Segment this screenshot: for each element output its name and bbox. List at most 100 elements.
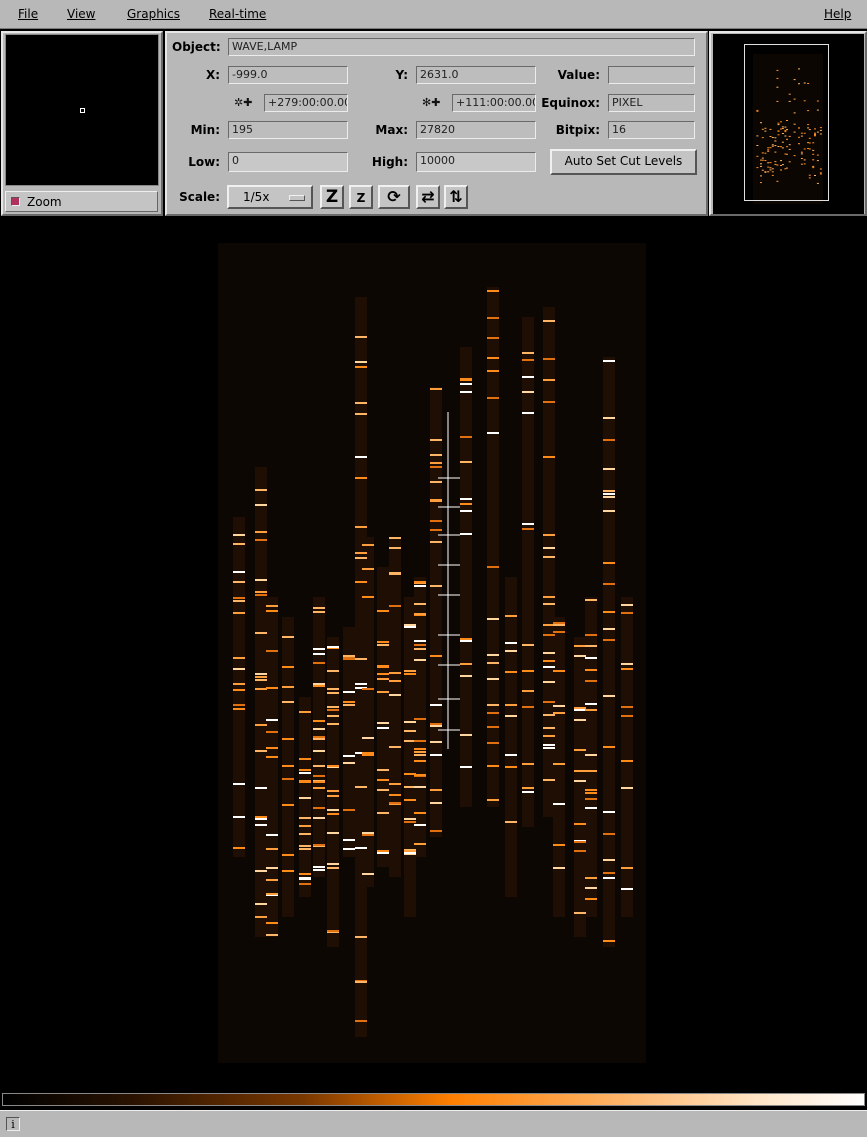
emission-line (487, 566, 499, 568)
emission-line (355, 366, 367, 368)
emission-line (299, 781, 311, 783)
emission-line (255, 591, 267, 593)
emission-line (430, 802, 442, 804)
emission-line (414, 740, 426, 742)
flip-y-button[interactable]: ⇅ (444, 185, 468, 209)
pan-viewport-box[interactable] (744, 44, 829, 201)
emission-line (621, 612, 633, 614)
emission-line (389, 746, 401, 748)
emission-line (327, 867, 339, 869)
emission-line (299, 769, 311, 771)
zoom-in-button[interactable]: Z (320, 185, 344, 209)
flip-x-button[interactable]: ⇄ (416, 185, 440, 209)
emission-line (282, 738, 294, 740)
emission-line (430, 741, 442, 743)
emission-line (414, 748, 426, 750)
high-input[interactable]: 10000 (416, 152, 536, 172)
emission-line (621, 668, 633, 670)
emission-line (255, 787, 267, 789)
menu-file[interactable]: File (18, 7, 38, 21)
emission-line (377, 779, 389, 781)
scale-select[interactable]: 1/5x (227, 185, 313, 209)
emission-line (553, 624, 565, 626)
emission-line (255, 531, 267, 533)
rotate-button[interactable]: ⟳ (378, 185, 410, 209)
low-input[interactable]: 0 (228, 152, 348, 172)
auto-set-cut-levels-button[interactable]: Auto Set Cut Levels (550, 149, 697, 175)
emission-line (355, 336, 367, 338)
emission-line (282, 804, 294, 806)
dec-icon: ✻✚ (422, 96, 441, 109)
spectral-strip (414, 577, 426, 857)
emission-line (574, 780, 586, 782)
image-canvas[interactable] (0, 217, 867, 1090)
emission-line (543, 456, 555, 458)
zoom-toggle-label: Zoom (27, 195, 62, 209)
emission-line (343, 755, 355, 757)
emission-line (266, 687, 278, 689)
emission-line (343, 657, 355, 659)
emission-line (603, 940, 615, 942)
emission-line (266, 848, 278, 850)
emission-line (377, 665, 389, 667)
emission-line (430, 789, 442, 791)
emission-line (233, 581, 245, 583)
emission-line (327, 809, 339, 811)
emission-line (543, 660, 555, 662)
zoom-out-button[interactable]: Z (349, 185, 373, 209)
emission-line (603, 360, 615, 362)
emission-line (389, 605, 401, 607)
zoom-out-icon: Z (356, 191, 366, 205)
emission-line (487, 654, 499, 656)
emission-line (327, 790, 339, 792)
zoom-checkbox-icon[interactable] (11, 197, 20, 206)
emission-line (313, 869, 325, 871)
emission-line (414, 754, 426, 756)
menu-graphics[interactable]: Graphics (127, 7, 180, 21)
zoom-toggle[interactable]: Zoom (5, 191, 158, 212)
emission-line (543, 652, 555, 654)
spectral-strip (505, 577, 517, 897)
zoom-view[interactable] (5, 34, 159, 186)
value-label: Value: (557, 68, 600, 82)
emission-line (430, 439, 442, 441)
emission-line (574, 655, 586, 657)
emission-line (389, 794, 401, 796)
emission-line (313, 775, 325, 777)
emission-line (362, 544, 374, 546)
emission-line (255, 504, 267, 506)
menu-bar: File View Graphics Real-time Help (0, 0, 867, 29)
emission-line (505, 704, 517, 706)
emission-line (327, 688, 339, 690)
flip-y-icon: ⇅ (449, 187, 463, 206)
emission-line (266, 719, 278, 721)
info-icon[interactable]: i (6, 1117, 20, 1131)
emission-line (522, 352, 534, 354)
emission-line (362, 596, 374, 598)
emission-line (430, 529, 442, 531)
pan-view[interactable] (713, 34, 864, 214)
emission-line (603, 417, 615, 419)
emission-line (362, 832, 374, 834)
emission-line (574, 719, 586, 721)
emission-line (313, 787, 325, 789)
emission-line (343, 848, 355, 850)
emission-line (313, 765, 325, 767)
emission-line (362, 737, 374, 739)
emission-line (603, 639, 615, 641)
menu-realtime[interactable]: Real-time (209, 7, 266, 21)
emission-line (460, 638, 472, 640)
min-field: 195 (228, 121, 348, 139)
emission-line (460, 436, 472, 438)
emission-line (266, 747, 278, 749)
emission-line (255, 816, 267, 818)
emission-line (266, 934, 278, 936)
menu-file-label: File (18, 7, 39, 21)
emission-line (603, 496, 615, 498)
colorbar[interactable] (2, 1093, 865, 1106)
menu-view[interactable]: View (67, 7, 95, 21)
emission-line (487, 290, 499, 292)
emission-line (522, 528, 534, 530)
menu-help[interactable]: Help (824, 7, 851, 21)
emission-line (543, 320, 555, 322)
